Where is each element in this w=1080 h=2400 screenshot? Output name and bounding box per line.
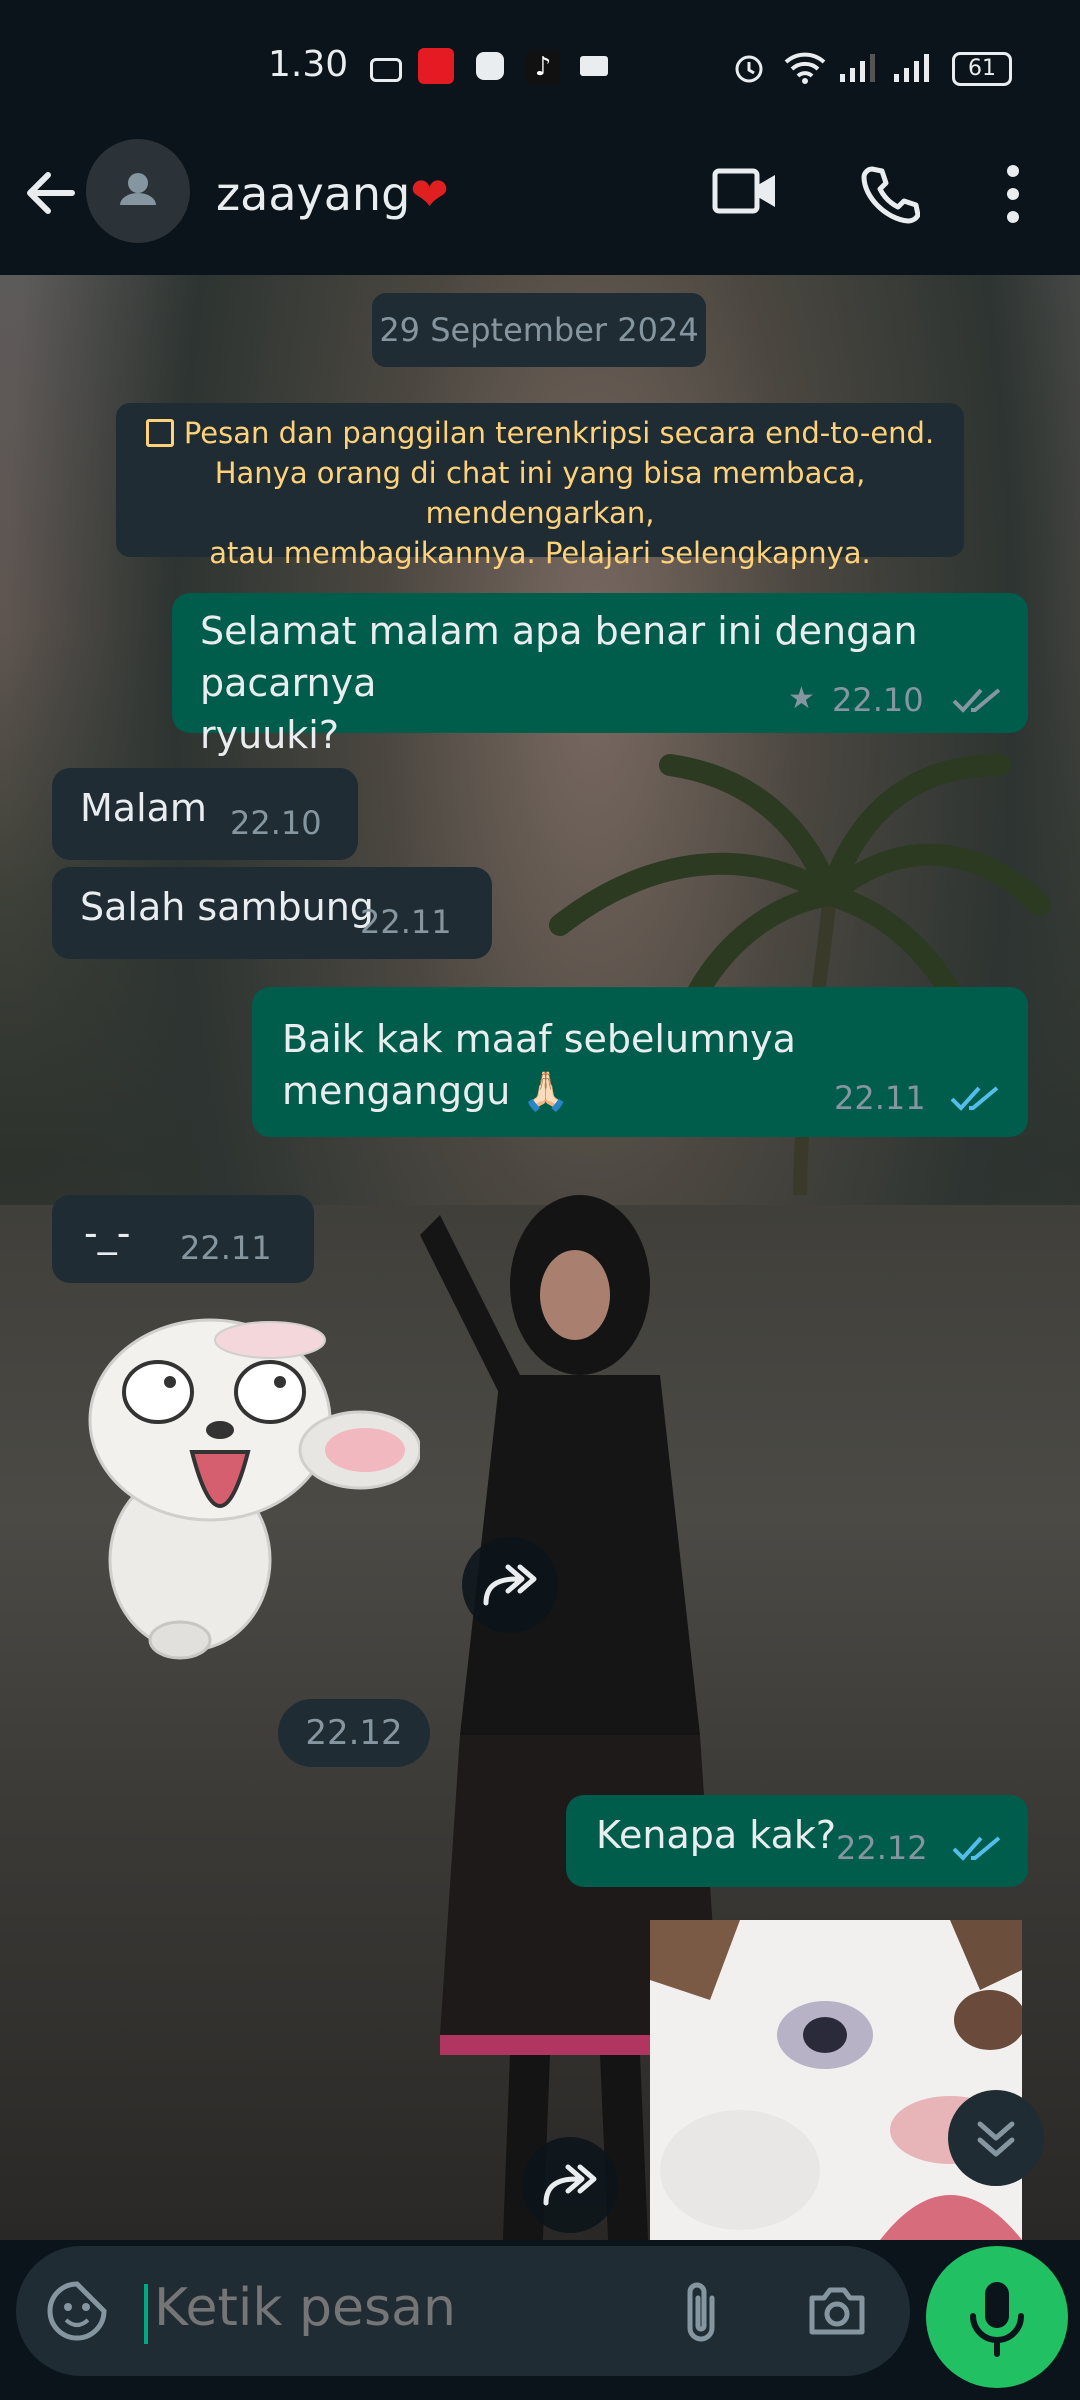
notice-line-text: Pesan dan panggilan terenkripsi secara e… bbox=[183, 416, 935, 450]
star-icon: ★ bbox=[788, 681, 815, 716]
signal-icon bbox=[840, 54, 875, 82]
app-notification-icon bbox=[418, 48, 454, 84]
forward-icon bbox=[483, 1564, 537, 1606]
double-check-icon bbox=[952, 688, 1001, 713]
message-text: Kenapa kak? bbox=[596, 1813, 837, 1857]
notification-icon bbox=[370, 58, 402, 82]
notice-line: atau membagikannya. Pelajari selengkapny… bbox=[209, 536, 871, 570]
contact-name-text: zaayang bbox=[216, 167, 411, 221]
message-text: Malam bbox=[80, 786, 207, 830]
battery-icon: 61 bbox=[952, 52, 1012, 86]
message-bubble-outgoing[interactable]: Selamat malam apa benar ini dengan pacar… bbox=[172, 593, 1028, 757]
message-time: 22.12 bbox=[836, 1829, 928, 1867]
app-notification-icon bbox=[580, 56, 608, 76]
paperclip-icon[interactable] bbox=[676, 2278, 726, 2346]
chevrons-down-icon bbox=[977, 2121, 1015, 2157]
battery-level: 61 bbox=[968, 56, 996, 81]
person-icon bbox=[120, 173, 156, 205]
lock-icon bbox=[145, 419, 174, 447]
sticker-time: 22.12 bbox=[278, 1699, 430, 1767]
message-time: 22.11 bbox=[180, 1229, 272, 1267]
message-input[interactable] bbox=[154, 2278, 674, 2338]
mic-icon bbox=[970, 2282, 1024, 2357]
message-time: 22.11 bbox=[834, 1079, 926, 1117]
status-time: 1.30 bbox=[268, 44, 349, 85]
message-text: -_- bbox=[84, 1211, 131, 1255]
notice-line: Hanya orang di chat ini yang bisa membac… bbox=[214, 456, 866, 530]
double-check-icon bbox=[950, 1086, 999, 1111]
cat-photo bbox=[650, 1920, 1022, 2240]
status-bar: 1.30 ♪ 61 bbox=[0, 0, 1080, 135]
app-notification-icon bbox=[476, 52, 504, 80]
message-bubble-outgoing[interactable]: Kenapa kak? 22.12 bbox=[566, 1795, 1028, 1887]
chat-background: 29 September 2024 Pesan dan panggilan te… bbox=[0, 275, 1080, 2240]
chat-header: zaayang❤ bbox=[0, 135, 1080, 275]
arrow-left-icon[interactable] bbox=[22, 165, 78, 221]
message-bubble-incoming[interactable]: -_- 22.11 bbox=[52, 1195, 314, 1283]
encryption-notice[interactable]: Pesan dan panggilan terenkripsi secara e… bbox=[116, 403, 964, 570]
voice-message-button[interactable] bbox=[926, 2246, 1068, 2388]
heart-emoji: ❤ bbox=[410, 167, 449, 221]
text-cursor bbox=[144, 2284, 148, 2344]
signal-icon bbox=[894, 54, 929, 82]
phone-icon[interactable] bbox=[858, 163, 920, 225]
message-bubble-incoming[interactable]: Salah sambung 22.11 bbox=[52, 867, 492, 959]
forward-button[interactable] bbox=[462, 1537, 558, 1633]
contact-name[interactable]: zaayang❤ bbox=[216, 167, 449, 221]
message-time: 22.11 bbox=[360, 903, 452, 941]
avatar[interactable] bbox=[86, 139, 190, 243]
date-separator: 29 September 2024 bbox=[372, 293, 706, 367]
sticker-icon[interactable] bbox=[46, 2280, 108, 2342]
rabbit-sticker[interactable] bbox=[70, 1310, 420, 1670]
forward-icon bbox=[543, 2164, 597, 2206]
alarm-icon bbox=[735, 55, 763, 83]
camera-icon[interactable] bbox=[806, 2282, 868, 2340]
message-bubble-incoming[interactable]: Malam 22.10 bbox=[52, 768, 358, 860]
more-vert-icon[interactable] bbox=[998, 163, 1028, 225]
image-message[interactable] bbox=[650, 1920, 1022, 2240]
message-bubble-outgoing[interactable]: Baik kak maaf sebelumnya menganggu 🙏🏻 22… bbox=[252, 987, 1028, 1137]
message-time: 22.10 bbox=[230, 804, 322, 842]
double-check-icon bbox=[952, 1836, 1001, 1861]
forward-button[interactable] bbox=[522, 2137, 618, 2233]
video-call-icon[interactable] bbox=[712, 163, 778, 219]
tiktok-icon: ♪ bbox=[526, 50, 560, 84]
message-text: Salah sambung bbox=[80, 885, 374, 929]
message-input-box[interactable] bbox=[16, 2246, 910, 2376]
message-time: 22.10 bbox=[832, 681, 924, 719]
message-composer bbox=[0, 2240, 1080, 2400]
notice-line: Pesan dan panggilan terenkripsi secara e… bbox=[116, 413, 964, 453]
scroll-to-bottom-button[interactable] bbox=[948, 2090, 1044, 2186]
wifi-icon bbox=[784, 52, 826, 84]
